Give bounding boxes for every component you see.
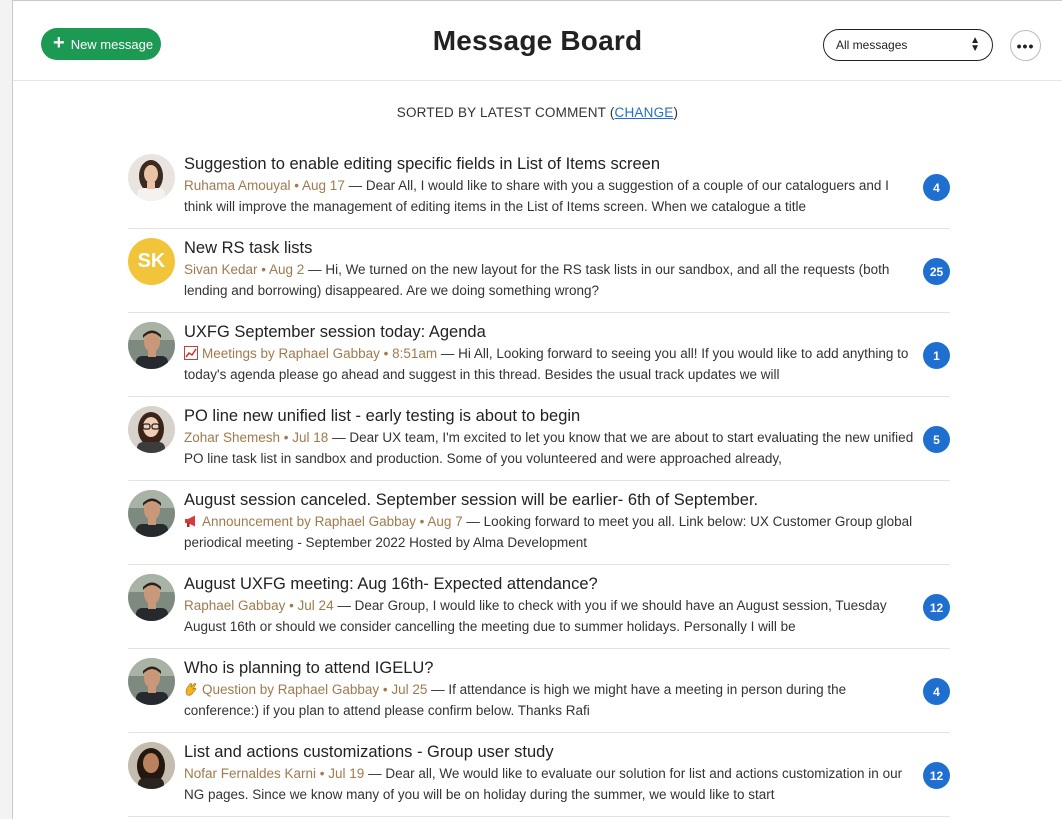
message-excerpt: Question by Raphael Gabbay • Jul 25 — If… xyxy=(184,679,914,721)
message-item[interactable]: Who is planning to attend IGELU? Question… xyxy=(128,649,950,733)
message-content: PO line new unified list - early testing… xyxy=(184,406,914,469)
message-subject[interactable]: List and actions customizations - Group … xyxy=(184,742,914,763)
change-sort-link[interactable]: CHANGE xyxy=(615,105,674,120)
comment-count-badge[interactable]: 4 xyxy=(923,678,950,705)
message-excerpt: Nofar Fernaldes Karni • Jul 19 — Dear al… xyxy=(184,763,914,805)
message-meta: Sivan Kedar • Aug 2 xyxy=(184,262,305,277)
filter-selected-value: All messages xyxy=(836,38,908,52)
avatar[interactable] xyxy=(128,406,175,453)
message-item[interactable]: Suggestion to enable editing specific fi… xyxy=(128,145,950,229)
message-meta: Nofar Fernaldes Karni • Jul 19 xyxy=(184,766,365,781)
comment-count-badge[interactable]: 1 xyxy=(923,342,950,369)
message-subject[interactable]: Suggestion to enable editing specific fi… xyxy=(184,154,914,175)
avatar[interactable] xyxy=(128,742,175,789)
ellipsis-icon: ••• xyxy=(1016,37,1035,54)
message-content: UXFG September session today: Agenda Meet… xyxy=(184,322,914,385)
message-subject[interactable]: August UXFG meeting: Aug 16th- Expected … xyxy=(184,574,914,595)
message-content: List and actions customizations - Group … xyxy=(184,742,914,805)
message-meta: Announcement by Raphael Gabbay • Aug 7 xyxy=(202,514,463,529)
avatar[interactable]: SK xyxy=(128,238,175,285)
comment-count-badge[interactable]: 4 xyxy=(923,174,950,201)
message-subject[interactable]: PO line new unified list - early testing… xyxy=(184,406,914,427)
message-excerpt: Announcement by Raphael Gabbay • Aug 7 —… xyxy=(184,511,914,553)
comment-count-badge[interactable]: 25 xyxy=(923,258,950,285)
select-arrows-icon: ▲ ▼ xyxy=(970,35,980,54)
avatar-initials: SK xyxy=(137,250,166,272)
message-item[interactable]: August UXFG meeting: Aug 16th- Expected … xyxy=(128,565,950,649)
message-item[interactable]: List and actions customizations - Group … xyxy=(128,733,950,817)
avatar[interactable] xyxy=(128,574,175,621)
avatar[interactable] xyxy=(128,490,175,537)
message-excerpt: Sivan Kedar • Aug 2 — Hi, We turned on t… xyxy=(184,259,914,301)
message-meta: Ruhama Amouyal • Aug 17 xyxy=(184,178,345,193)
message-filter-select[interactable]: All messages ▲ ▼ xyxy=(823,29,993,61)
avatar[interactable] xyxy=(128,658,175,705)
comment-count-badge[interactable]: 5 xyxy=(923,426,950,453)
chart-icon xyxy=(184,346,202,361)
avatar[interactable] xyxy=(128,322,175,369)
message-item[interactable]: UXFG September session today: Agenda Meet… xyxy=(128,313,950,397)
comment-count-badge[interactable]: 12 xyxy=(923,594,950,621)
message-subject[interactable]: Who is planning to attend IGELU? xyxy=(184,658,914,679)
message-meta: Raphael Gabbay • Jul 24 xyxy=(184,598,334,613)
message-board: + New message Message Board All messages… xyxy=(12,0,1062,819)
sort-prefix: SORTED BY LATEST COMMENT ( xyxy=(396,105,615,120)
wave-hand-icon xyxy=(184,682,202,697)
message-list: Suggestion to enable editing specific fi… xyxy=(128,145,950,817)
message-excerpt: Ruhama Amouyal • Aug 17 — Dear All, I wo… xyxy=(184,175,914,217)
message-meta: Meetings by Raphael Gabbay • 8:51am xyxy=(202,346,438,361)
message-subject[interactable]: UXFG September session today: Agenda xyxy=(184,322,914,343)
message-meta: Zohar Shemesh • Jul 18 xyxy=(184,430,329,445)
comment-count-badge[interactable]: 12 xyxy=(923,762,950,789)
message-item[interactable]: August session canceled. September sessi… xyxy=(128,481,950,565)
message-content: August session canceled. September sessi… xyxy=(184,490,914,553)
megaphone-icon xyxy=(184,514,202,529)
message-excerpt: Zohar Shemesh • Jul 18 — Dear UX team, I… xyxy=(184,427,914,469)
message-content: August UXFG meeting: Aug 16th- Expected … xyxy=(184,574,914,637)
message-item[interactable]: PO line new unified list - early testing… xyxy=(128,397,950,481)
sort-suffix: ) xyxy=(673,105,679,120)
message-content: Suggestion to enable editing specific fi… xyxy=(184,154,914,217)
message-subject[interactable]: August session canceled. September sessi… xyxy=(184,490,914,511)
message-excerpt: Raphael Gabbay • Jul 24 — Dear Group, I … xyxy=(184,595,914,637)
message-content: New RS task lists Sivan Kedar • Aug 2 — H… xyxy=(184,238,914,301)
message-meta: Question by Raphael Gabbay • Jul 25 xyxy=(202,682,428,697)
more-options-button[interactable]: ••• xyxy=(1010,30,1041,61)
message-subject[interactable]: New RS task lists xyxy=(184,238,914,259)
message-item[interactable]: SK New RS task lists Sivan Kedar • Aug 2 —… xyxy=(128,229,950,313)
message-content: Who is planning to attend IGELU? Question… xyxy=(184,658,914,721)
sort-indicator: SORTED BY LATEST COMMENT (CHANGE) xyxy=(13,105,1062,120)
avatar[interactable] xyxy=(128,154,175,201)
board-header: + New message Message Board All messages… xyxy=(13,1,1062,81)
message-excerpt: Meetings by Raphael Gabbay • 8:51am — Hi… xyxy=(184,343,914,385)
